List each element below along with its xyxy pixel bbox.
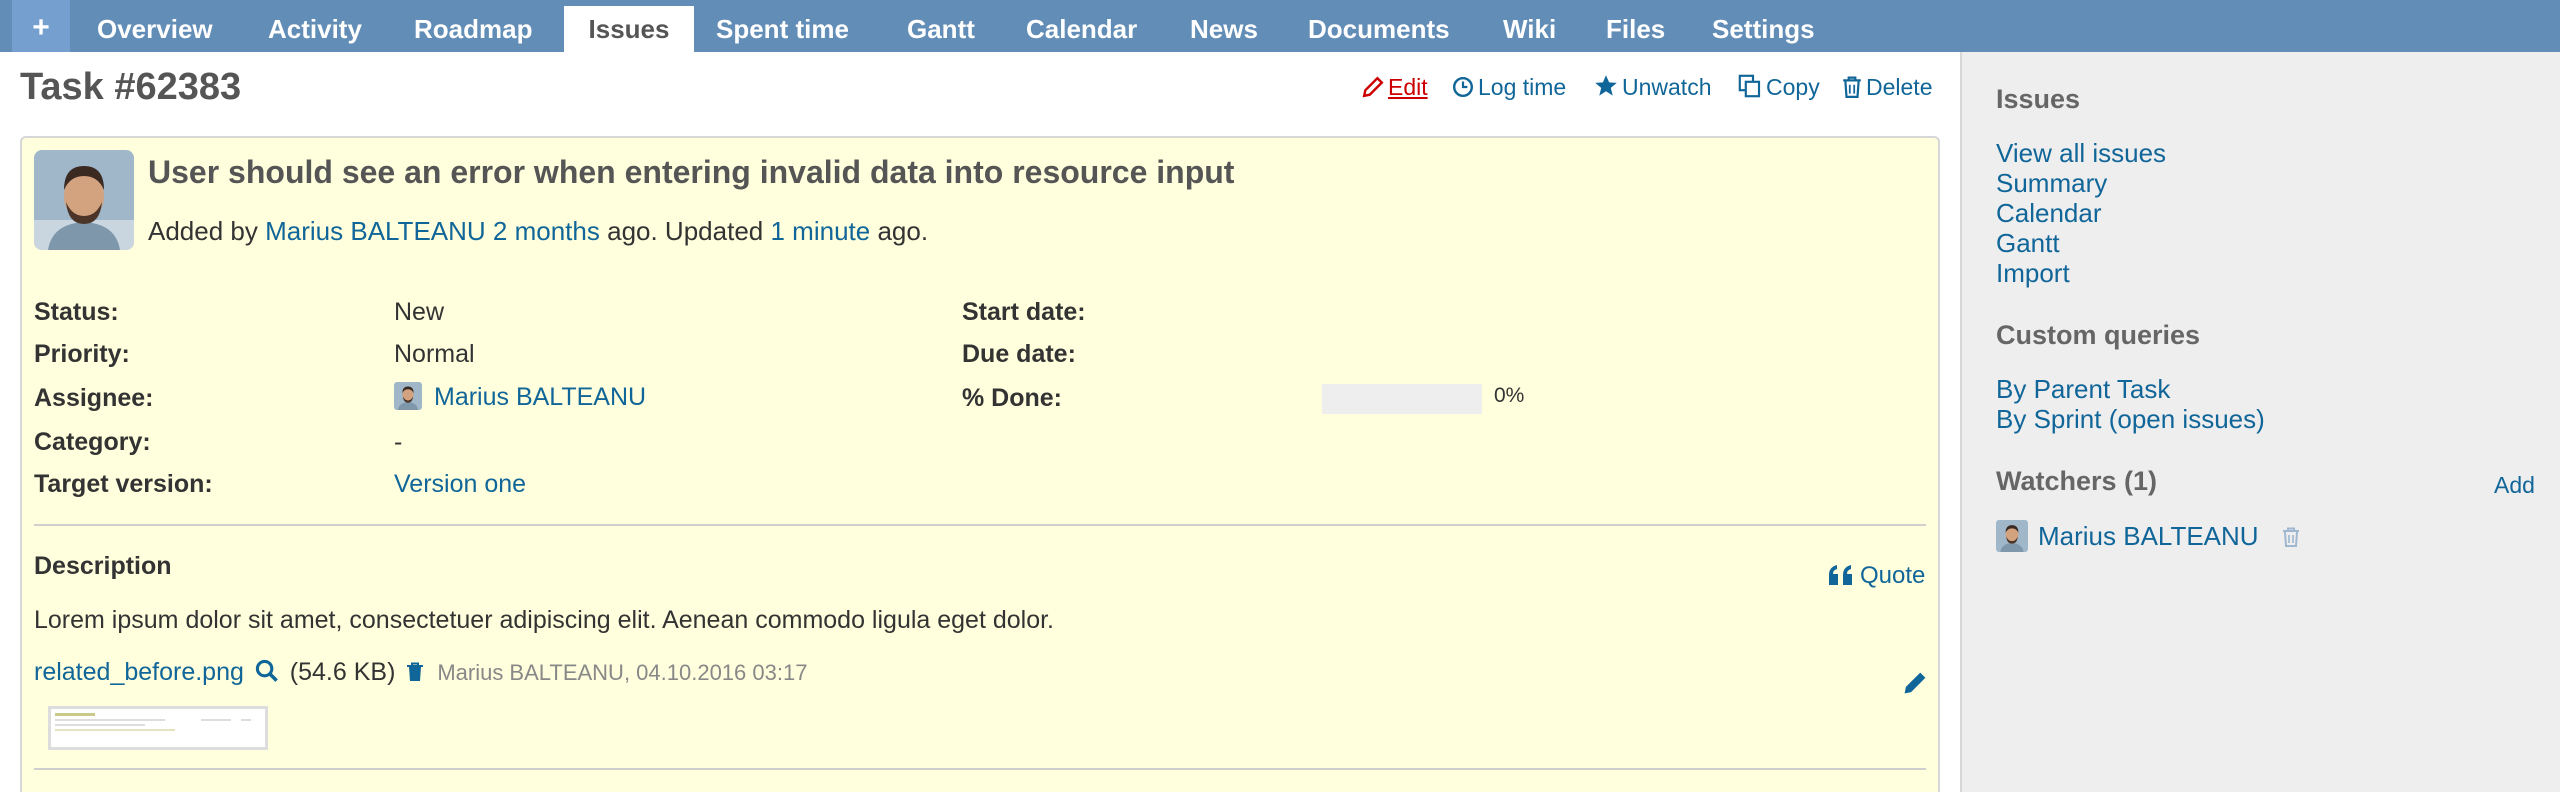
tab-settings[interactable]: Settings bbox=[1712, 0, 1815, 52]
start-date-label: Start date: bbox=[962, 298, 1086, 326]
updated-ago-link[interactable]: 1 minute bbox=[770, 216, 870, 246]
author-link[interactable]: Marius BALTEANU bbox=[265, 216, 486, 246]
attachment-row: related_before.png (54.6 KB) Marius BALT… bbox=[34, 658, 807, 687]
sidebar-link-summary[interactable]: Summary bbox=[1996, 168, 2107, 199]
edit-button[interactable]: Edit bbox=[1362, 74, 1428, 101]
delete-label: Delete bbox=[1866, 74, 1933, 100]
status-value: New bbox=[394, 298, 445, 326]
category-label: Category: bbox=[34, 428, 151, 456]
clock-icon bbox=[1452, 76, 1474, 98]
sidebar-link-import[interactable]: Import bbox=[1996, 258, 2070, 289]
assignee-value: Marius BALTEANU bbox=[394, 382, 646, 412]
quote-label: Quote bbox=[1860, 562, 1926, 589]
target-version-link[interactable]: Version one bbox=[394, 470, 526, 499]
sidebar: Issues View all issues Summary Calendar … bbox=[1960, 52, 2560, 792]
page-title: Task #62383 bbox=[20, 66, 242, 108]
tab-wiki[interactable]: Wiki bbox=[1503, 0, 1556, 52]
trash-icon[interactable] bbox=[2282, 526, 2300, 548]
priority-label: Priority: bbox=[34, 340, 130, 368]
trash-icon bbox=[1843, 76, 1861, 98]
unwatch-button[interactable]: Unwatch bbox=[1594, 74, 1711, 101]
sidebar-link-calendar[interactable]: Calendar bbox=[1996, 198, 2102, 229]
tab-documents[interactable]: Documents bbox=[1308, 0, 1450, 52]
watcher-link[interactable]: Marius BALTEANU bbox=[2038, 521, 2259, 551]
description-heading: Description bbox=[34, 552, 172, 580]
divider bbox=[34, 524, 1926, 526]
watchers-heading: Watchers (1) bbox=[1996, 466, 2158, 496]
add-watcher-link[interactable]: Add bbox=[2494, 472, 2535, 499]
done-percent: 0% bbox=[1494, 384, 1525, 407]
added-by-text: Added by bbox=[148, 216, 258, 246]
tab-files[interactable]: Files bbox=[1606, 0, 1665, 52]
copy-label: Copy bbox=[1766, 74, 1820, 100]
copy-icon bbox=[1738, 74, 1761, 98]
trash-icon[interactable] bbox=[406, 661, 424, 683]
due-date-label: Due date: bbox=[962, 340, 1076, 368]
watcher-avatar bbox=[1996, 520, 2028, 552]
created-ago-link[interactable]: 2 months bbox=[493, 216, 600, 246]
done-label: % Done: bbox=[962, 384, 1062, 412]
tab-news[interactable]: News bbox=[1190, 0, 1258, 52]
copy-button[interactable]: Copy bbox=[1738, 74, 1820, 101]
delete-button[interactable]: Delete bbox=[1842, 74, 1932, 101]
target-version-label: Target version: bbox=[34, 470, 213, 498]
tab-gantt[interactable]: Gantt bbox=[907, 0, 975, 52]
author-line: Added by Marius BALTEANU 2 months ago. U… bbox=[148, 216, 928, 247]
description-text: Lorem ipsum dolor sit amet, consectetuer… bbox=[34, 606, 1055, 634]
custom-queries-heading: Custom queries bbox=[1996, 320, 2201, 350]
thumbnail-image bbox=[55, 713, 251, 731]
tab-issues[interactable]: Issues bbox=[564, 6, 694, 52]
assignee-label: Assignee: bbox=[34, 384, 154, 412]
ago-text: ago. bbox=[877, 216, 929, 246]
log-time-label: Log time bbox=[1478, 74, 1567, 100]
tab-spent-time[interactable]: Spent time bbox=[716, 0, 849, 52]
avatar bbox=[34, 150, 134, 250]
attachment-thumbnail[interactable] bbox=[48, 706, 268, 750]
attachment-meta: Marius BALTEANU, 04.10.2016 03:17 bbox=[437, 660, 808, 685]
tab-calendar[interactable]: Calendar bbox=[1026, 0, 1137, 52]
edit-attachments-icon[interactable] bbox=[1902, 670, 1928, 696]
done-progress-bar bbox=[1322, 384, 1482, 414]
attachment-link[interactable]: related_before.png bbox=[34, 658, 244, 686]
assignee-link[interactable]: Marius BALTEANU bbox=[434, 383, 646, 411]
watcher-item: Marius BALTEANU bbox=[1996, 520, 2300, 552]
sidebar-link-gantt[interactable]: Gantt bbox=[1996, 228, 2060, 259]
tab-roadmap[interactable]: Roadmap bbox=[414, 0, 532, 52]
edit-label: Edit bbox=[1388, 74, 1428, 100]
tab-overview[interactable]: Overview bbox=[97, 0, 213, 52]
category-value: - bbox=[394, 428, 403, 456]
priority-value: Normal bbox=[394, 340, 475, 368]
issue-subject: User should see an error when entering i… bbox=[148, 154, 1235, 190]
updated-text: ago. Updated bbox=[607, 216, 764, 246]
query-by-parent-task[interactable]: By Parent Task bbox=[1996, 374, 2170, 405]
status-label: Status: bbox=[34, 298, 119, 326]
query-by-sprint[interactable]: By Sprint (open issues) bbox=[1996, 404, 2265, 435]
new-object-button[interactable]: + bbox=[12, 0, 70, 52]
main-menu: + Overview Activity Roadmap Issues Spent… bbox=[0, 0, 2560, 52]
issue-details: User should see an error when entering i… bbox=[20, 136, 1940, 792]
log-time-button[interactable]: Log time bbox=[1452, 74, 1566, 101]
magnifier-icon[interactable] bbox=[255, 659, 279, 683]
attachment-size: (54.6 KB) bbox=[289, 658, 396, 686]
sidebar-issues-heading: Issues bbox=[1996, 84, 2081, 114]
star-icon bbox=[1595, 75, 1617, 96]
quote-icon bbox=[1829, 565, 1852, 585]
tab-activity[interactable]: Activity bbox=[268, 0, 362, 52]
pencil-icon bbox=[1362, 76, 1384, 98]
assignee-avatar bbox=[394, 382, 422, 410]
quote-button[interactable]: Quote bbox=[1828, 562, 1925, 590]
sidebar-link-view-all-issues[interactable]: View all issues bbox=[1996, 138, 2166, 169]
unwatch-label: Unwatch bbox=[1622, 74, 1712, 100]
divider bbox=[34, 768, 1926, 770]
